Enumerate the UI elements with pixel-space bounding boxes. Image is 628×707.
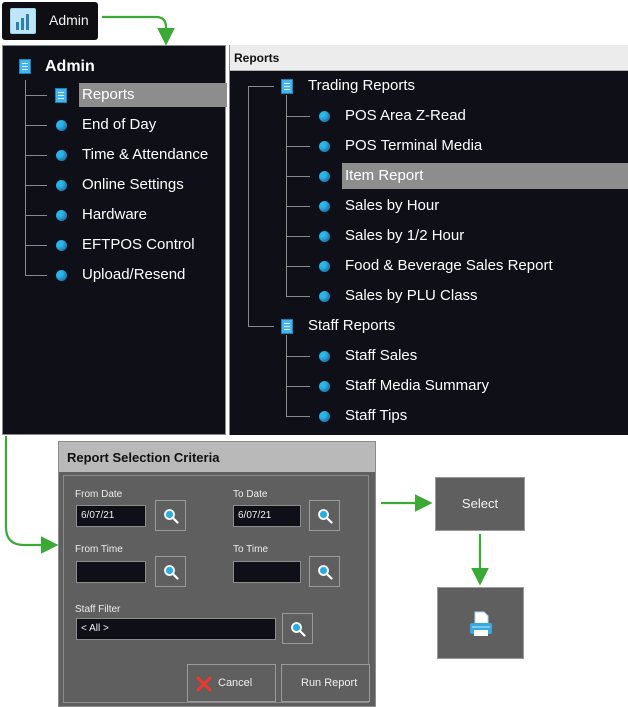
flow-arrows [4,15,489,586]
arrow-panel-to-criteria [4,436,59,554]
arrow-admin-to-panel [102,15,175,46]
